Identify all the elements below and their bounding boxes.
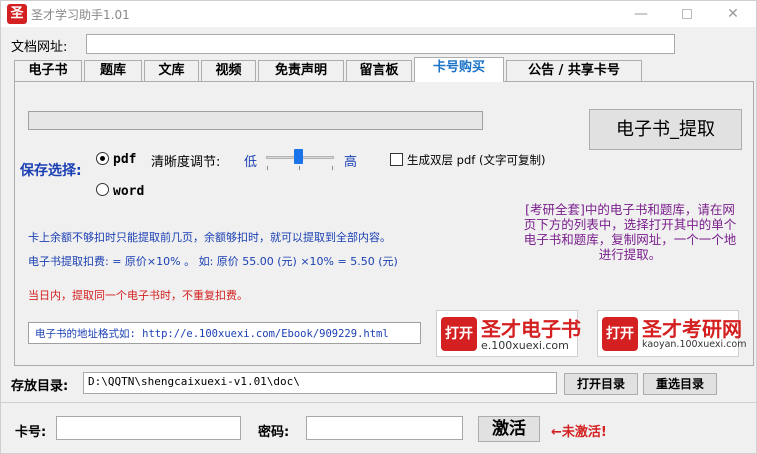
url-label: 文档网址: [11,40,68,55]
pdf-radio-label: pdf [113,152,137,167]
clarity-slider-thumb[interactable] [294,149,303,164]
save-choice-label: 保存选择: [20,163,82,179]
save-dir-input[interactable]: D:\QQTN\shengcaixuexi-v1.01\doc\ [83,372,557,394]
url-format-example: 电子书的地址格式如: http://e.100xuexi.com/Ebook/9… [28,322,421,344]
clarity-high-label: 高 [344,155,358,170]
banner-title: 圣才电子书 [481,317,581,341]
separator [1,402,756,403]
tab-buy-card[interactable]: 卡号购买 [414,57,504,82]
slider-tick [267,166,268,170]
maximize-icon [682,9,692,19]
tab-message-board[interactable]: 留言板 [346,60,412,81]
ebook-site-banner[interactable]: 打开 圣才电子书 e.100xuexi.com [436,310,581,357]
tab-notice-shared-card[interactable]: 公告 / 共享卡号 [506,60,642,81]
progress-bar [28,111,483,130]
banner-url: kaoyan.100xuexi.com [642,339,747,350]
extract-ebook-button[interactable]: 电子书_提取 [589,109,742,150]
close-button[interactable]: ✕ [710,1,756,27]
slider-tick [299,166,300,170]
info-balance-text: 卡上余额不够扣时只能提取前几页，余额够扣时，就可以提取到全部内容。 [28,231,391,244]
kaoyan-site-banner[interactable]: 打开 圣才考研网 kaoyan.100xuexi.com [597,310,746,357]
info-no-repeat-charge-text: 当日内，提取同一个电子书时，不重复扣费。 [28,289,248,302]
tab-disclaimer[interactable]: 免责声明 [258,60,344,81]
maximize-button[interactable] [664,1,710,27]
info-fee-text: 电子书提取扣费: = 原价×10% 。 如: 原价 55.00 (元) ×10%… [28,255,398,268]
url-input[interactable] [86,34,675,54]
activate-button[interactable]: 激活 [478,416,540,442]
password-input[interactable] [306,416,463,440]
tab-ebook[interactable]: 电子书 [14,60,82,81]
dual-layer-pdf-checkbox[interactable] [390,153,403,166]
pdf-radio[interactable] [96,152,109,165]
tab-question-bank[interactable]: 题库 [84,60,142,81]
open-dir-button[interactable]: 打开目录 [564,373,638,395]
password-label: 密码: [258,425,290,440]
minimize-button[interactable]: — [618,1,664,27]
exam-kit-note: [考研全套]中的电子书和题库，请在网页下方的列表中，选择打开其中的单个电子书和题… [523,202,737,262]
save-dir-label: 存放目录: [11,379,69,394]
reselect-dir-button[interactable]: 重选目录 [643,373,717,395]
activation-status: ←未激活! [551,425,607,440]
open-badge: 打开 [441,317,477,351]
banner-title: 圣才考研网 [642,317,742,341]
open-badge: 打开 [602,317,638,351]
title-bar: 圣 圣才学习助手1.01 — ✕ [1,1,756,27]
word-radio[interactable] [96,183,109,196]
dual-layer-pdf-label: 生成双层 pdf (文字可复制) [407,153,546,167]
word-radio-label: word [113,184,145,199]
tab-library[interactable]: 文库 [144,60,199,81]
clarity-label: 清晰度调节: [151,155,221,170]
window-title: 圣才学习助手1.01 [31,8,130,22]
card-number-label: 卡号: [15,425,47,440]
clarity-low-label: 低 [244,155,258,170]
app-window: 圣 圣才学习助手1.01 — ✕ 文档网址: 电子书 题库 文库 视频 免责声明… [0,0,757,454]
banner-url: e.100xuexi.com [481,339,569,352]
slider-tick [332,166,333,170]
tab-video[interactable]: 视频 [201,60,256,81]
app-logo-icon: 圣 [7,4,27,24]
card-number-input[interactable] [56,416,241,440]
